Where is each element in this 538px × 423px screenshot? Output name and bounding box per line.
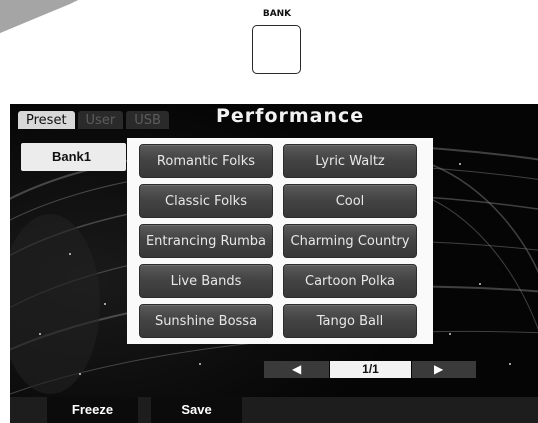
page-indicator: 1/1 [330, 361, 411, 378]
bank-button[interactable] [252, 25, 301, 74]
corner-bevel-decoration [0, 0, 78, 33]
song-button-entrancing-rumba[interactable]: Entrancing Rumba [139, 224, 273, 258]
tab-user[interactable]: User [77, 111, 124, 129]
display-screen: Preset User USB Performance Bank1 Romant… [10, 104, 538, 423]
song-grid: Romantic Folks Lyric Waltz Classic Folks… [139, 144, 417, 338]
song-button-live-bands[interactable]: Live Bands [139, 264, 273, 298]
screen-title: Performance [216, 105, 365, 127]
song-button-romantic-folks[interactable]: Romantic Folks [139, 144, 273, 178]
tab-usb[interactable]: USB [126, 111, 169, 129]
bank-selector[interactable]: Bank1 [21, 143, 126, 171]
song-button-cool[interactable]: Cool [283, 184, 417, 218]
triangle-left-icon: ◀ [292, 362, 302, 376]
source-tabs: Preset User USB [18, 109, 172, 129]
song-button-cartoon-polka[interactable]: Cartoon Polka [283, 264, 417, 298]
bank-panel-label: BANK [262, 9, 292, 19]
song-button-classic-folks[interactable]: Classic Folks [139, 184, 273, 218]
prev-page-button[interactable]: ◀ [264, 361, 329, 378]
tab-preset[interactable]: Preset [18, 111, 75, 129]
song-button-tango-ball[interactable]: Tango Ball [283, 304, 417, 338]
song-button-sunshine-bossa[interactable]: Sunshine Bossa [139, 304, 273, 338]
song-button-charming-country[interactable]: Charming Country [283, 224, 417, 258]
next-page-button[interactable]: ▶ [412, 361, 476, 378]
pager: ◀ 1/1 ▶ [264, 361, 476, 378]
freeze-button[interactable]: Freeze [47, 397, 138, 423]
save-button[interactable]: Save [151, 397, 242, 423]
triangle-right-icon: ▶ [434, 362, 444, 376]
song-list-panel: Romantic Folks Lyric Waltz Classic Folks… [127, 138, 433, 344]
song-button-lyric-waltz[interactable]: Lyric Waltz [283, 144, 417, 178]
footer-bar: Freeze Save [10, 397, 538, 423]
